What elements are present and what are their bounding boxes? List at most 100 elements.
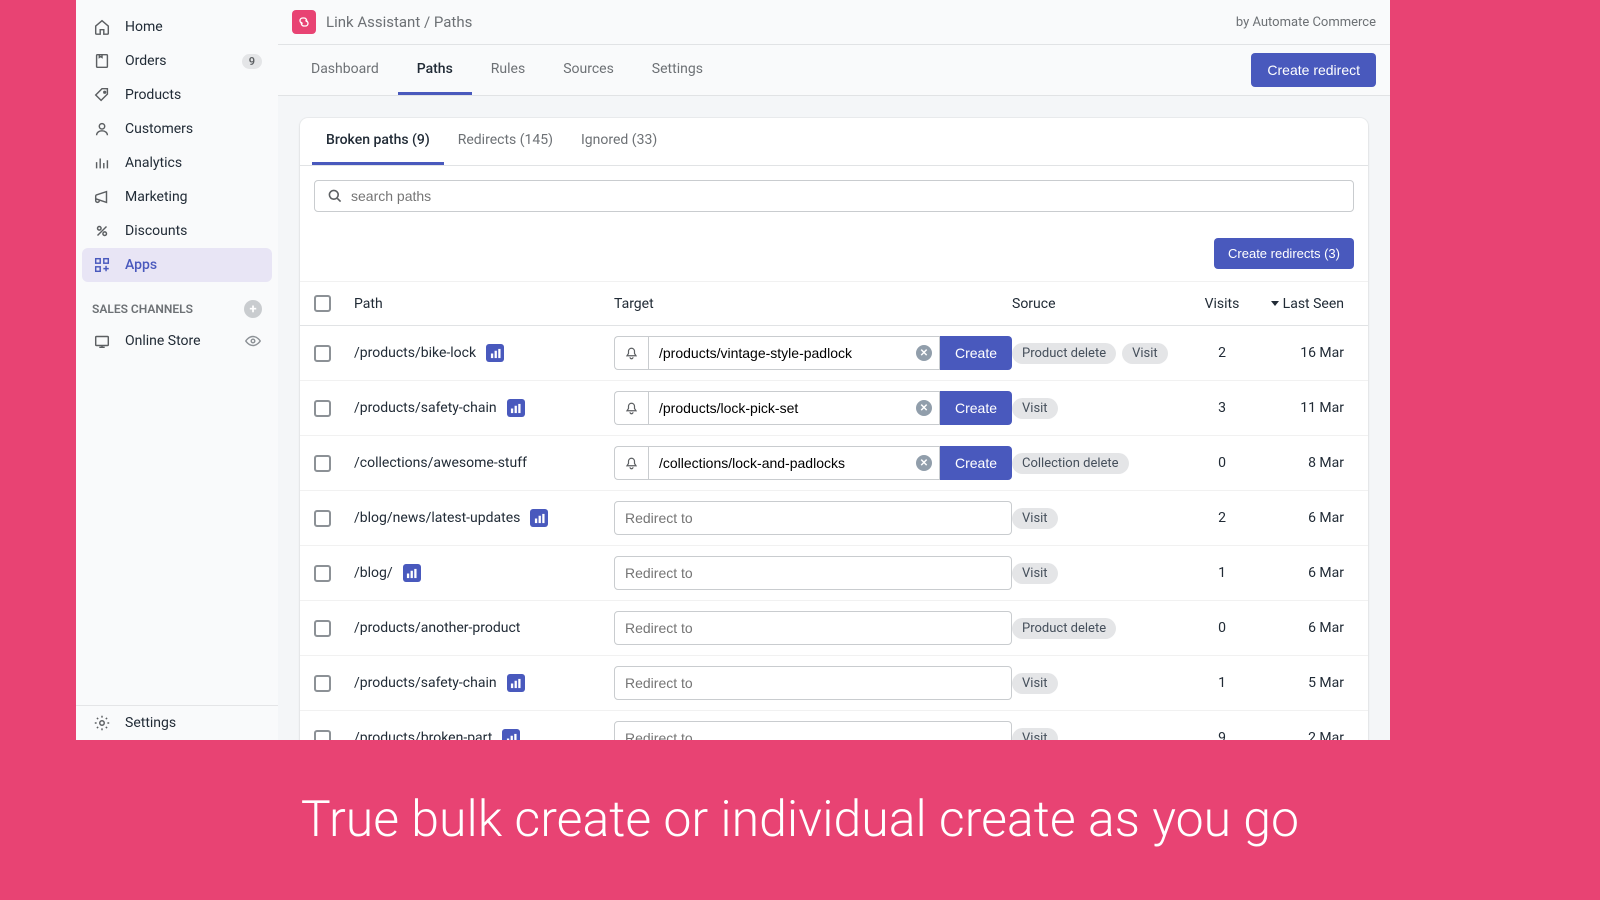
sidebar-item-marketing[interactable]: Marketing — [76, 180, 278, 214]
sub-tab[interactable]: Ignored (33) — [567, 118, 671, 165]
sidebar-item-customers[interactable]: Customers — [76, 112, 278, 146]
last-seen-value: 16 Mar — [1262, 345, 1354, 361]
settings-item[interactable]: Settings — [76, 706, 278, 740]
sort-desc-icon — [1271, 301, 1279, 306]
row-checkbox[interactable] — [314, 675, 331, 692]
row-create-button[interactable]: Create — [940, 391, 1012, 425]
sidebar-item-analytics[interactable]: Analytics — [76, 146, 278, 180]
col-path[interactable]: Path — [354, 296, 614, 312]
search-icon — [327, 188, 343, 204]
row-checkbox[interactable] — [314, 455, 331, 472]
path-text: /blog/ — [354, 565, 393, 581]
stats-icon[interactable] — [403, 564, 421, 582]
add-channel-icon[interactable]: + — [244, 300, 262, 318]
channel-online-store[interactable]: Online Store — [76, 324, 278, 358]
clear-icon[interactable]: ✕ — [916, 400, 932, 416]
target-input[interactable] — [614, 556, 1012, 590]
sidebar-item-home[interactable]: Home — [76, 10, 278, 44]
row-checkbox[interactable] — [314, 730, 331, 741]
sidebar-item-orders[interactable]: Orders9 — [76, 44, 278, 78]
table-header: Path Target Soruce Visits Last Seen — [300, 282, 1368, 326]
row-create-button[interactable]: Create — [940, 446, 1012, 480]
tab-sources[interactable]: Sources — [544, 46, 633, 95]
eye-icon[interactable] — [244, 332, 262, 350]
tab-rules[interactable]: Rules — [472, 46, 544, 95]
path-text: /products/safety-chain — [354, 400, 497, 416]
sidebar-item-discounts[interactable]: Discounts — [76, 214, 278, 248]
last-seen-value: 11 Mar — [1262, 400, 1354, 416]
by-line: by Automate Commerce — [1236, 15, 1376, 30]
products-icon — [92, 85, 112, 105]
clear-icon[interactable]: ✕ — [916, 345, 932, 361]
main-content: Link Assistant / Paths by Automate Comme… — [278, 0, 1390, 740]
select-all-checkbox[interactable] — [314, 295, 331, 312]
path-text: /collections/awesome-stuff — [354, 455, 527, 471]
home-icon — [92, 17, 112, 37]
row-checkbox[interactable] — [314, 400, 331, 417]
customers-icon — [92, 119, 112, 139]
source-tag: Collection delete — [1012, 453, 1129, 474]
visits-value: 1 — [1182, 675, 1262, 691]
analytics-icon — [92, 153, 112, 173]
table-row: /products/safety-chain✕CreateVisit311 Ma… — [300, 381, 1368, 436]
last-seen-value: 6 Mar — [1262, 510, 1354, 526]
tab-settings[interactable]: Settings — [633, 46, 722, 95]
col-target[interactable]: Target — [614, 296, 1012, 312]
app-logo-icon — [292, 10, 316, 34]
sub-tab[interactable]: Broken paths (9) — [312, 118, 444, 165]
promo-banner: True bulk create or individual create as… — [0, 740, 1600, 900]
source-tag: Visit — [1012, 508, 1058, 529]
bell-button[interactable] — [614, 336, 648, 370]
col-last-seen[interactable]: Last Seen — [1262, 296, 1354, 312]
sidebar-item-products[interactable]: Products — [76, 78, 278, 112]
marketing-icon — [92, 187, 112, 207]
row-checkbox[interactable] — [314, 345, 331, 362]
target-input[interactable] — [614, 611, 1012, 645]
path-text: /products/bike-lock — [354, 345, 476, 361]
col-visits[interactable]: Visits — [1182, 296, 1262, 312]
breadcrumb: Link Assistant / Paths — [326, 13, 472, 31]
stats-icon[interactable] — [507, 674, 525, 692]
sidebar-item-apps[interactable]: Apps — [82, 248, 272, 282]
source-tag: Visit — [1122, 343, 1168, 364]
badge: 9 — [242, 54, 262, 69]
stats-icon[interactable] — [530, 509, 548, 527]
bell-button[interactable] — [614, 391, 648, 425]
visits-value: 3 — [1182, 400, 1262, 416]
orders-icon — [92, 51, 112, 71]
row-checkbox[interactable] — [314, 510, 331, 527]
bulk-create-button[interactable]: Create redirects (3) — [1214, 238, 1354, 269]
target-input[interactable] — [648, 336, 940, 370]
target-input[interactable] — [614, 501, 1012, 535]
row-checkbox[interactable] — [314, 565, 331, 582]
table-row: /collections/awesome-stuff ✕ CreateCollect… — [300, 436, 1368, 491]
stats-icon[interactable] — [507, 399, 525, 417]
tab-dashboard[interactable]: Dashboard — [292, 46, 398, 95]
clear-icon[interactable]: ✕ — [916, 455, 932, 471]
table-row: /blog/Visit16 Mar — [300, 546, 1368, 601]
target-input[interactable] — [648, 446, 940, 480]
stats-icon[interactable] — [486, 344, 504, 362]
row-create-button[interactable]: Create — [940, 336, 1012, 370]
table-row: /products/another-productProduct delete0… — [300, 601, 1368, 656]
target-input[interactable] — [614, 721, 1012, 740]
tab-paths[interactable]: Paths — [398, 46, 472, 95]
discounts-icon — [92, 221, 112, 241]
create-redirect-button[interactable]: Create redirect — [1251, 53, 1376, 87]
row-checkbox[interactable] — [314, 620, 331, 637]
table-row: /blog/news/latest-updatesVisit26 Mar — [300, 491, 1368, 546]
store-icon — [92, 331, 112, 351]
last-seen-value: 8 Mar — [1262, 455, 1354, 471]
target-input[interactable] — [614, 666, 1012, 700]
bell-button[interactable] — [614, 446, 648, 480]
last-seen-value: 6 Mar — [1262, 620, 1354, 636]
last-seen-value: 2 Mar — [1262, 730, 1354, 740]
path-text: /blog/news/latest-updates — [354, 510, 520, 526]
table-row: /products/broken-partVisit92 Mar — [300, 711, 1368, 740]
source-tag: Visit — [1012, 673, 1058, 694]
sub-tab[interactable]: Redirects (145) — [444, 118, 567, 165]
col-source[interactable]: Soruce — [1012, 296, 1182, 312]
search-input[interactable] — [314, 180, 1354, 212]
target-input[interactable] — [648, 391, 940, 425]
stats-icon[interactable] — [502, 729, 520, 740]
